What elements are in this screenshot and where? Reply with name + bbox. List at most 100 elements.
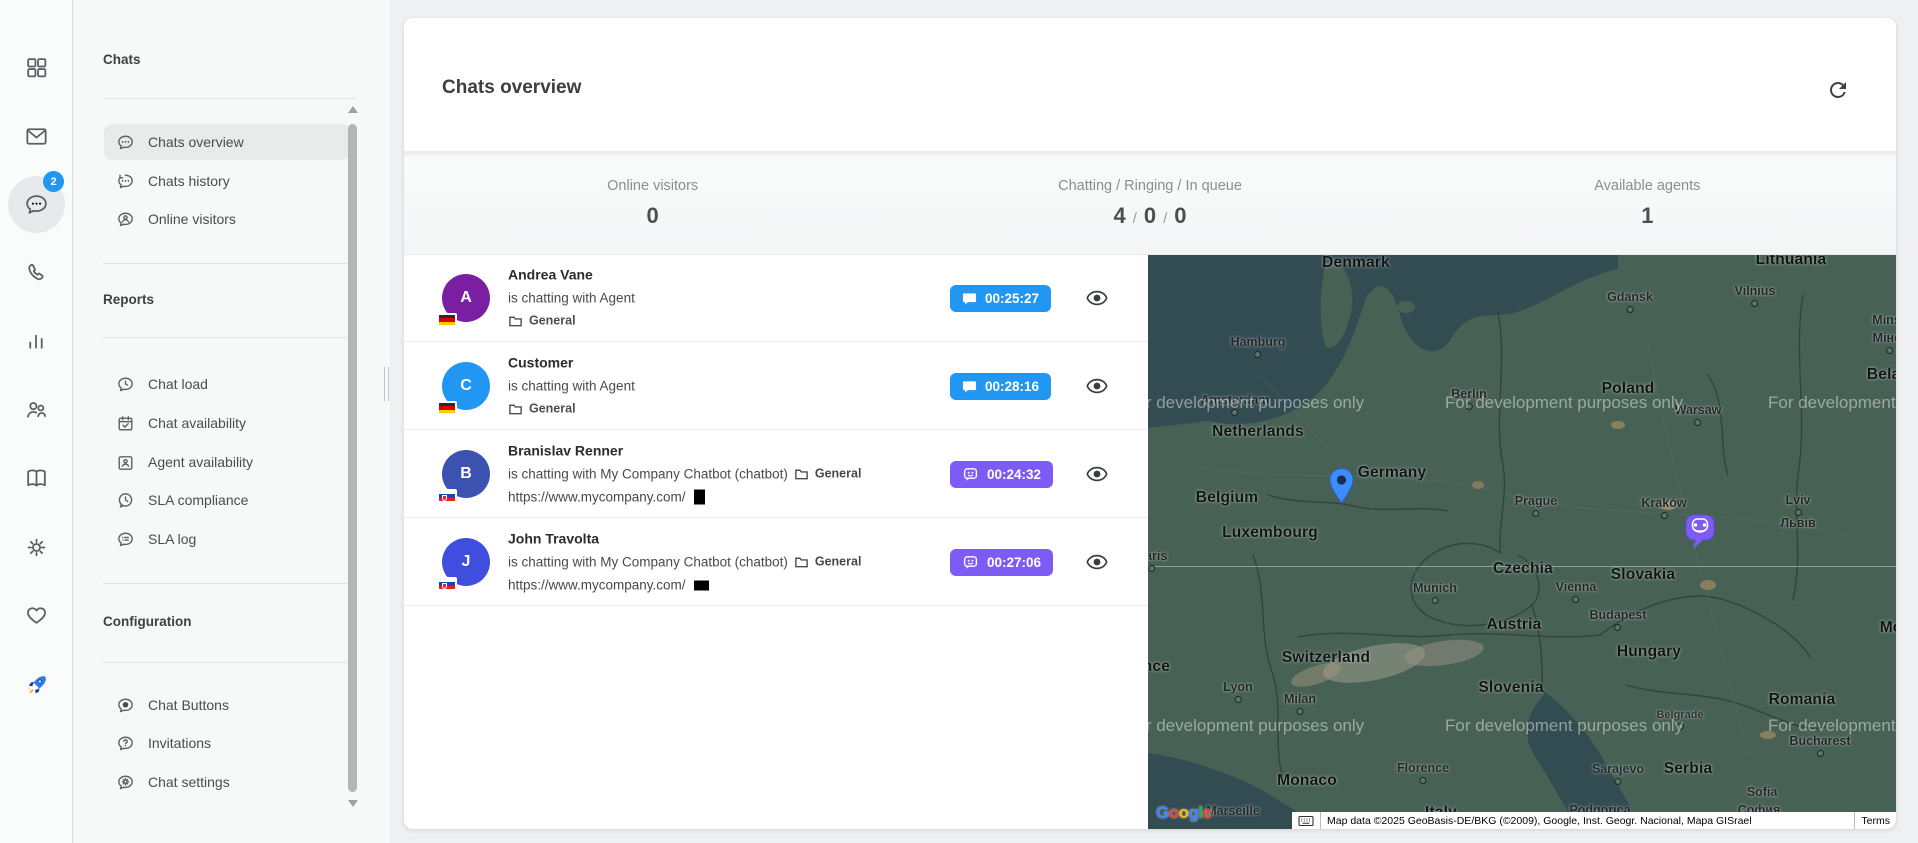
sidebar-item-label: Chat availability <box>148 415 246 431</box>
refresh-button[interactable] <box>1824 76 1852 104</box>
visitor-name: Andrea Vane <box>508 264 942 287</box>
folder-icon <box>508 402 523 417</box>
department: General <box>815 551 862 574</box>
sidebar-item-chat-load[interactable]: Chat load <box>104 366 350 402</box>
sidebar-section-title: Chats <box>103 52 141 67</box>
sidebar-item-sla-compliance[interactable]: SLA compliance <box>104 482 350 518</box>
chatbot-icon <box>962 466 979 483</box>
watch-chat-eye-icon[interactable] <box>1085 286 1109 310</box>
chat-status: is chatting with My Company Chatbot (cha… <box>508 551 942 574</box>
folder-icon <box>794 467 809 482</box>
stat-label: Chatting / Ringing / In queue <box>1058 178 1242 194</box>
flag-slovakia-icon <box>437 577 457 591</box>
sidebar-item-chat-availability[interactable]: Chat availability <box>104 405 350 441</box>
chatbot-duration-badge[interactable]: 00:24:32 <box>950 461 1053 488</box>
scrollbar-down-arrow[interactable] <box>348 800 358 807</box>
tickets-mail-icon[interactable] <box>14 114 58 158</box>
chat-status: is chatting with Agent <box>508 375 942 398</box>
visitor-name: Branislav Renner <box>508 440 942 463</box>
map-gridline <box>1148 566 1896 567</box>
chatbot-icon <box>962 554 979 571</box>
chat-row[interactable]: C Customer is chatting with Agent Genera… <box>404 343 1148 430</box>
customers-people-icon[interactable] <box>14 388 58 432</box>
visitor-url: https://www.mycompany.com/ <box>508 574 942 597</box>
flag-germany-icon <box>437 313 457 327</box>
map-attribution-bar: Map data ©2025 GeoBasis-DE/BKG (©2009), … <box>1292 812 1896 829</box>
keyboard-shortcuts-icon[interactable] <box>1292 812 1321 829</box>
sidebar-item-label: Chat settings <box>148 774 230 790</box>
favorites-heart-icon[interactable] <box>14 593 58 637</box>
chat-status: is chatting with My Company Chatbot (cha… <box>508 463 942 486</box>
sidebar-item-label: SLA log <box>148 531 196 547</box>
sidebar-item-chats-overview[interactable]: Chats overview <box>104 124 350 160</box>
dashboard-grid-icon[interactable] <box>14 45 58 89</box>
sidebar-item-label: SLA compliance <box>148 492 248 508</box>
sidebar-item-online-visitors[interactable]: Online visitors <box>104 201 350 237</box>
sidebar-item-label: Invitations <box>148 735 211 751</box>
watch-chat-eye-icon[interactable] <box>1085 374 1109 398</box>
avatar: A <box>442 274 490 322</box>
divider <box>103 337 356 338</box>
stat-available-agents: Available agents 1 <box>1399 152 1896 254</box>
cursor-block <box>694 580 709 590</box>
folder-icon <box>508 314 523 329</box>
stat-value: 4/0/0 <box>1113 203 1186 229</box>
page-title: Chats overview <box>442 77 581 99</box>
sidebar-item-sla-log[interactable]: SLA log <box>104 521 350 557</box>
sidebar-item-chat-buttons[interactable]: Chat Buttons <box>104 687 350 723</box>
visitor-name: Customer <box>508 352 942 375</box>
sidebar-item-label: Chat Buttons <box>148 697 229 713</box>
sidebar-item-agent-availability[interactable]: Agent availability <box>104 444 350 480</box>
avatar: B <box>442 450 490 498</box>
calls-phone-icon[interactable] <box>14 250 58 294</box>
stat-label: Available agents <box>1594 178 1700 194</box>
visitor-name: John Travolta <box>508 528 942 551</box>
google-logo[interactable]: Google <box>1156 803 1212 823</box>
visitors-map[interactable]: DenmarkLithuaniaVilniusMinskМінскGdańskH… <box>1148 255 1896 829</box>
flag-germany-icon <box>437 401 457 415</box>
map-terms-link[interactable]: Terms <box>1854 812 1896 829</box>
chat-row[interactable]: A Andrea Vane is chatting with Agent Gen… <box>404 255 1148 342</box>
chat-status: is chatting with Agent <box>508 287 942 310</box>
map-attribution-text: Map data ©2025 GeoBasis-DE/BKG (©2009), … <box>1321 812 1854 829</box>
app-window: 2 Chats Chats overview Chats history Onl… <box>0 0 1918 843</box>
chat-row[interactable]: J John Travolta is chatting with My Comp… <box>404 519 1148 606</box>
sidebar-scrollbar-thumb[interactable] <box>348 124 357 792</box>
chat-duration-badge[interactable]: 00:28:16 <box>950 373 1051 400</box>
department: General <box>815 463 862 486</box>
chat-duration-badge[interactable]: 00:25:27 <box>950 285 1051 312</box>
folder-icon <box>794 555 809 570</box>
sidebar-item-label: Chats history <box>148 173 230 189</box>
visitor-url: https://www.mycompany.com/ <box>508 486 942 509</box>
scrollbar-up-arrow[interactable] <box>348 106 358 113</box>
cursor-block <box>694 490 705 505</box>
stat-online-visitors: Online visitors 0 <box>404 152 901 254</box>
stat-value: 0 <box>647 203 659 229</box>
sidebar: Chats Chats overview Chats history Onlin… <box>74 0 390 843</box>
stat-chatting-ringing-queue: Chatting / Ringing / In queue 4/0/0 <box>901 152 1398 254</box>
department: General <box>508 398 942 421</box>
sidebar-item-chats-history[interactable]: Chats history <box>104 163 350 199</box>
map-terrain <box>1148 255 1896 829</box>
watch-chat-eye-icon[interactable] <box>1085 550 1109 574</box>
divider <box>103 662 356 663</box>
pane-resize-handle[interactable] <box>384 367 389 401</box>
sidebar-item-invitations[interactable]: Invitations <box>104 725 350 761</box>
avatar: J <box>442 538 490 586</box>
chatbot-duration-badge[interactable]: 00:27:06 <box>950 549 1053 576</box>
sidebar-section-title: Configuration <box>103 614 191 629</box>
getting-started-rocket-icon[interactable] <box>14 663 58 707</box>
icon-rail: 2 <box>0 0 73 843</box>
watch-chat-eye-icon[interactable] <box>1085 462 1109 486</box>
chat-bubble-icon <box>962 291 977 306</box>
divider <box>103 583 356 584</box>
sidebar-item-chat-settings[interactable]: Chat settings <box>104 764 350 800</box>
chatbot-map-marker[interactable] <box>1684 513 1716 553</box>
sidebar-item-label: Chats overview <box>148 134 244 150</box>
reports-chart-icon[interactable] <box>14 319 58 363</box>
visitor-map-pin[interactable] <box>1328 467 1355 505</box>
stat-label: Online visitors <box>607 178 698 194</box>
settings-gear-icon[interactable] <box>14 525 58 569</box>
knowledge-book-icon[interactable] <box>14 456 58 500</box>
chat-row[interactable]: B Branislav Renner is chatting with My C… <box>404 431 1148 518</box>
